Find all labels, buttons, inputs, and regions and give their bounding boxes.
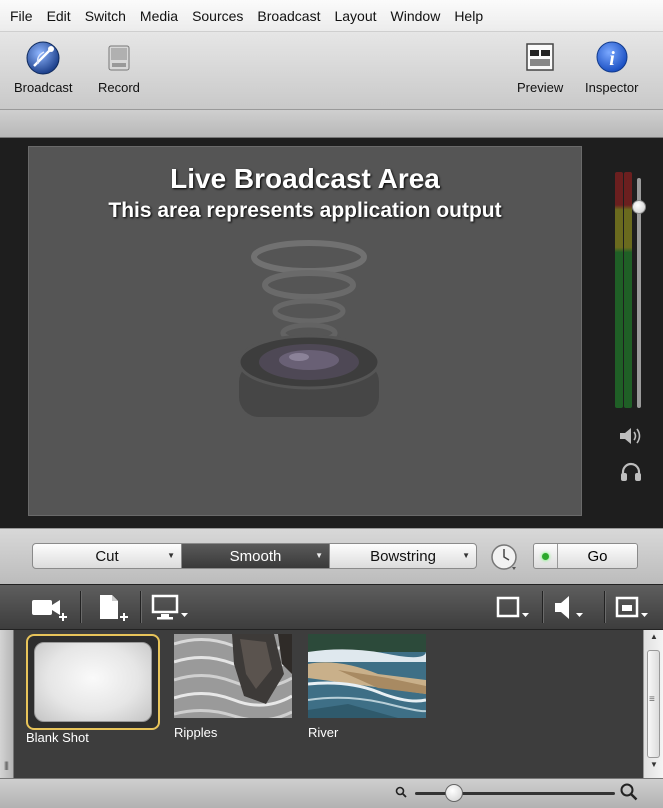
menu-help[interactable]: Help [454, 8, 483, 24]
menu-switch[interactable]: Switch [85, 8, 126, 24]
volume-slider-knob[interactable] [632, 200, 646, 214]
toolbar-divider [140, 591, 141, 623]
shot-gallery: ||| Blank Shot Ripples River ▲ ≡ ▼ [0, 630, 663, 778]
ripples-thumbnail [173, 634, 293, 722]
zoom-bar [0, 778, 663, 808]
shot-river[interactable]: River [307, 634, 428, 740]
transition-cut[interactable]: Cut ▼ [32, 543, 182, 569]
shot-ripples[interactable]: Ripples [173, 634, 293, 740]
chevron-down-icon[interactable]: ▼ [315, 551, 323, 560]
chevron-down-icon[interactable]: ▼ [462, 551, 470, 560]
add-camera-icon[interactable] [30, 593, 70, 623]
toolbar-divider [80, 591, 81, 623]
toolbar-strip [0, 110, 663, 138]
preview-title: Live Broadcast Area [170, 163, 440, 194]
zoom-in-icon[interactable] [620, 783, 638, 801]
info-icon: i [596, 41, 628, 73]
audio-level-meter-left [615, 172, 623, 408]
speaker-icon[interactable] [618, 426, 644, 446]
inspector-button[interactable]: i Inspector [585, 38, 638, 95]
menu-sources[interactable]: Sources [192, 8, 243, 24]
clock-icon[interactable] [490, 543, 518, 571]
grip-icon: ||| [4, 760, 9, 770]
shot-selection-frame [26, 634, 160, 730]
grip-icon: ≡ [649, 694, 655, 705]
menu-layout[interactable]: Layout [334, 8, 376, 24]
output-icon[interactable] [614, 593, 654, 623]
inspector-label: Inspector [585, 80, 639, 95]
headphones-icon[interactable] [620, 462, 642, 482]
live-broadcast-preview[interactable]: Live Broadcast Area This area represents… [28, 146, 582, 516]
shot-caption: Blank Shot [26, 730, 89, 745]
add-screen-icon[interactable] [150, 593, 190, 623]
menu-window[interactable]: Window [391, 8, 441, 24]
media-toolbar [0, 584, 663, 630]
broadcast-button[interactable]: Broadcast [14, 38, 73, 95]
menu-file[interactable]: File [10, 8, 33, 24]
record-label: Record [98, 80, 140, 95]
transition-bar: Cut ▼ Smooth ▼ Bowstring ▼ Go [0, 528, 663, 584]
river-thumbnail [307, 634, 428, 718]
audio-icon[interactable] [552, 593, 592, 623]
menu-broadcast[interactable]: Broadcast [257, 8, 320, 24]
toolbar-divider [604, 591, 605, 623]
preview-button[interactable]: Preview [517, 38, 563, 95]
layout-icon[interactable] [494, 593, 534, 623]
main-toolbar: Broadcast Record Preview i Inspector [0, 32, 663, 110]
gallery-resize-handle[interactable]: ||| [0, 630, 14, 778]
zoom-out-icon[interactable] [395, 786, 407, 798]
live-area: Live Broadcast Area This area represents… [0, 138, 663, 528]
broadcast-label: Broadcast [14, 80, 73, 95]
record-icon [108, 45, 130, 71]
transition-smooth-label: Smooth [229, 547, 282, 565]
transition-bowstring[interactable]: Bowstring ▼ [329, 543, 477, 569]
preview-icon [526, 43, 554, 71]
chevron-down-icon[interactable]: ▼ [167, 551, 175, 560]
preview-label: Preview [517, 80, 564, 95]
add-file-icon[interactable] [94, 593, 134, 623]
transition-bowstring-label: Bowstring [370, 547, 436, 565]
blank-shot-thumbnail [34, 642, 152, 722]
broadcast-icon [26, 41, 60, 75]
camera-logo-icon [237, 240, 381, 417]
menu-media[interactable]: Media [140, 8, 178, 24]
audio-level-meter-right [624, 172, 632, 408]
svg-text:i: i [609, 48, 615, 70]
go-label: Go [587, 547, 608, 565]
toolbar-divider [542, 591, 543, 623]
preview-subtitle: This area represents application output [108, 199, 502, 222]
shot-caption: River [308, 725, 339, 740]
transition-smooth[interactable]: Smooth ▼ [181, 543, 330, 569]
status-led-icon [542, 552, 549, 560]
scroll-up-icon[interactable]: ▲ [644, 632, 663, 648]
shot-blank[interactable]: Blank Shot [26, 634, 160, 745]
shot-caption: Ripples [174, 725, 218, 740]
zoom-slider-knob[interactable] [445, 784, 463, 802]
menu-edit[interactable]: Edit [47, 8, 71, 24]
gallery-vertical-scrollbar[interactable]: ▲ ≡ ▼ [643, 630, 663, 778]
record-button[interactable]: Record [98, 38, 140, 95]
go-button[interactable]: Go [533, 543, 638, 569]
go-indicator [534, 544, 558, 568]
menu-bar: File Edit Switch Media Sources Broadcast… [0, 0, 663, 32]
scroll-down-icon[interactable]: ▼ [644, 760, 663, 776]
transition-cut-label: Cut [95, 547, 119, 565]
